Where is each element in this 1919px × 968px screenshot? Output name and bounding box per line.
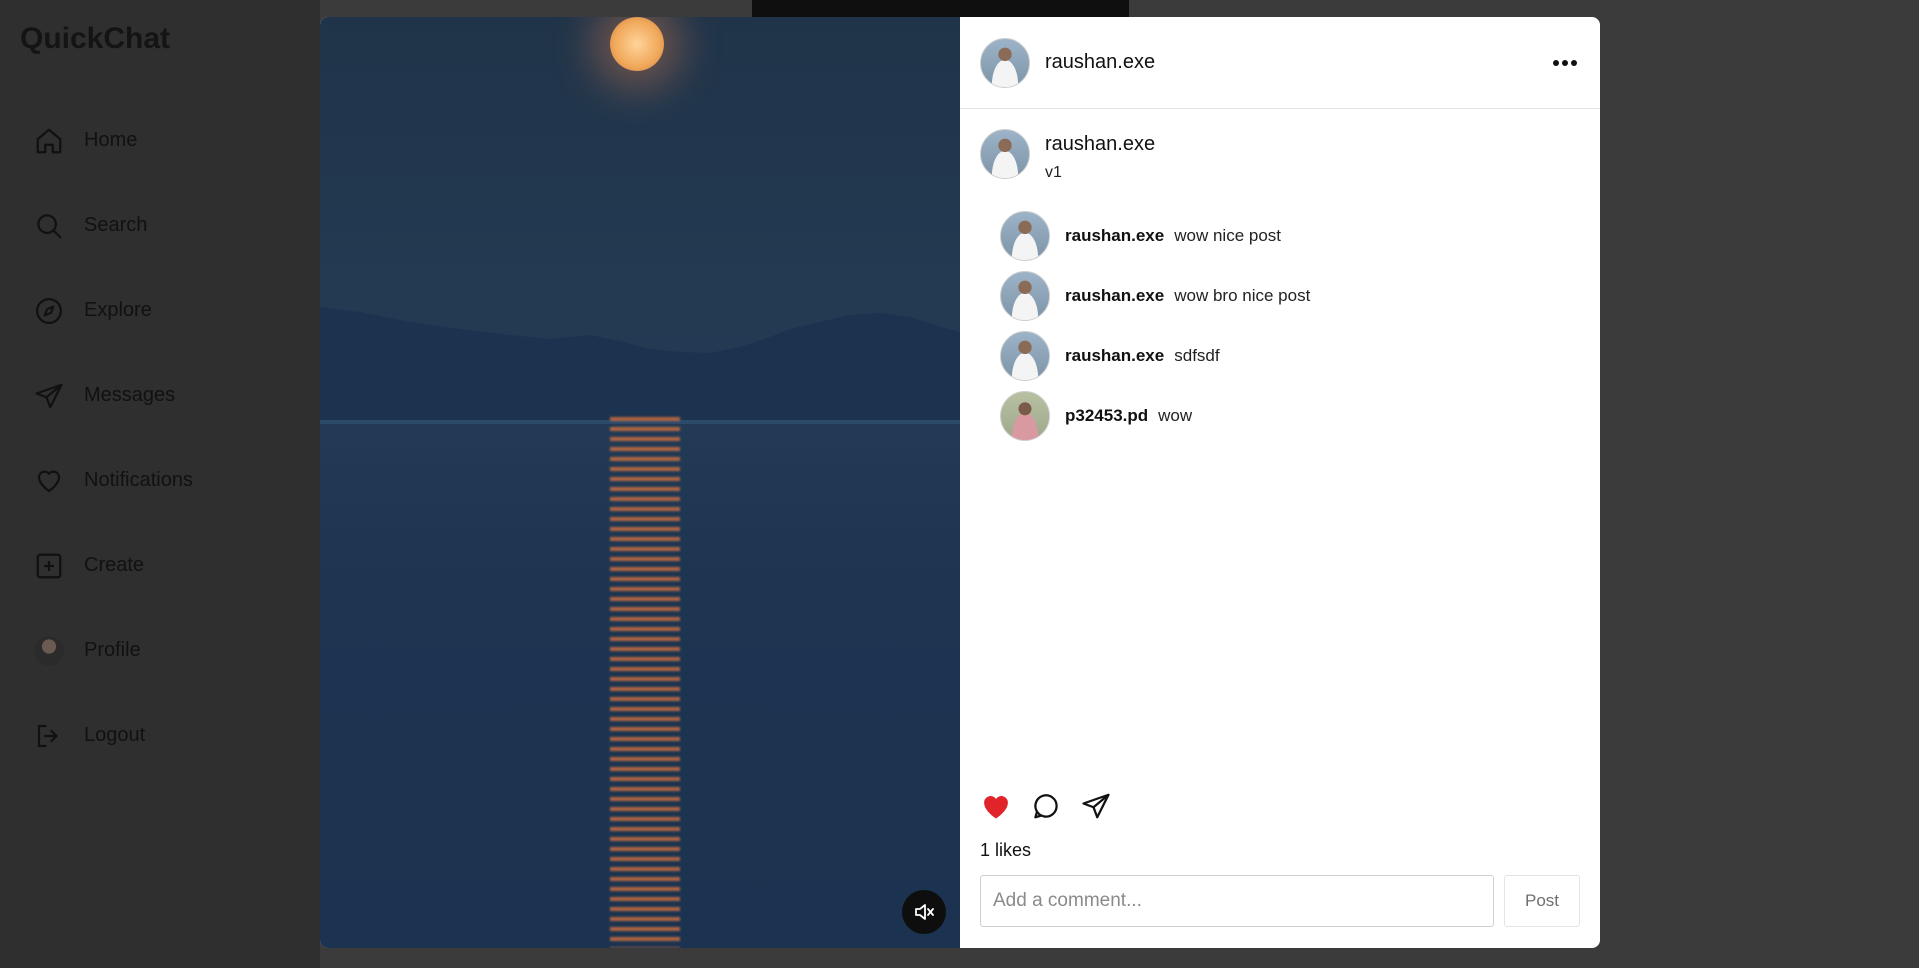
sidebar-item-label: Logout <box>84 724 146 746</box>
share-button[interactable] <box>1080 790 1112 822</box>
sidebar-item-home[interactable]: Home <box>34 98 193 183</box>
sidebar-item-label: Search <box>84 214 148 236</box>
comment-item: raushan.exe sdfsdf <box>1000 326 1600 386</box>
sidebar-nav: Home Search Explore Messages Notificatio… <box>34 98 193 778</box>
commenter-avatar[interactable] <box>1000 211 1050 261</box>
home-icon <box>36 128 62 153</box>
sidebar-item-label: Profile <box>84 639 141 661</box>
sidebar-item-search[interactable]: Search <box>34 183 193 268</box>
volume-muted-icon <box>915 904 934 920</box>
sidebar-item-logout[interactable]: Logout <box>34 693 193 778</box>
comment-username[interactable]: raushan.exe <box>1065 346 1164 366</box>
comment-item: raushan.exe wow bro nice post <box>1000 266 1600 326</box>
post-modal: raushan.exe raushan.exe v1 raushan.exe w… <box>320 17 1600 948</box>
heart-filled-icon <box>984 796 1008 819</box>
likes-count: 1 likes <box>980 840 1032 860</box>
send-icon <box>35 383 63 408</box>
sidebar-item-label: Notifications <box>84 469 193 491</box>
comment-button[interactable] <box>1030 790 1062 822</box>
sidebar-item-label: Explore <box>84 299 152 321</box>
author-username[interactable]: raushan.exe <box>1045 51 1155 74</box>
comment-icon <box>1034 794 1058 819</box>
heart-icon <box>37 470 61 492</box>
post-caption: raushan.exe v1 <box>960 109 1600 182</box>
comment-text: sdfsdf <box>1174 346 1220 365</box>
caption-body: v1 <box>1045 164 1062 181</box>
comment-list: raushan.exe wow nice post raushan.exe wo… <box>960 182 1600 446</box>
comment-text: wow nice post <box>1174 226 1282 245</box>
comment-username[interactable]: raushan.exe <box>1065 226 1164 246</box>
sidebar-item-profile[interactable]: Profile <box>34 608 193 693</box>
sidebar: QuickChat Home Search Explore Messages N… <box>0 0 320 968</box>
comment-username[interactable]: p32453.pd <box>1065 406 1148 426</box>
logout-icon <box>37 724 58 747</box>
post-header: raushan.exe <box>960 17 1600 109</box>
author-avatar[interactable] <box>980 37 1030 88</box>
mute-button[interactable] <box>902 890 946 934</box>
comment-text: wow <box>1158 406 1193 425</box>
caption-text: raushan.exe v1 <box>1045 129 1155 182</box>
plus-square-icon <box>36 553 62 578</box>
commenter-avatar[interactable] <box>1000 331 1050 381</box>
compass-icon <box>36 297 62 324</box>
commenter-avatar[interactable] <box>1000 271 1050 321</box>
comment-item: raushan.exe wow nice post <box>1000 206 1600 266</box>
caption-avatar[interactable] <box>980 129 1030 179</box>
post-video[interactable] <box>320 17 960 948</box>
moon-reflection <box>610 417 680 948</box>
sidebar-item-messages[interactable]: Messages <box>34 353 193 438</box>
sidebar-item-label: Create <box>84 554 145 576</box>
more-horizontal-icon <box>1553 59 1577 66</box>
like-button[interactable] <box>980 790 1012 822</box>
sidebar-item-label: Home <box>84 129 138 151</box>
sidebar-item-create[interactable]: Create <box>34 523 193 608</box>
send-icon <box>1082 793 1110 819</box>
comment-item: p32453.pd wow <box>1000 386 1600 446</box>
background-feed-post <box>752 0 1129 17</box>
comment-username[interactable]: raushan.exe <box>1065 286 1164 306</box>
caption-username[interactable]: raushan.exe <box>1045 133 1155 156</box>
post-comment-button[interactable]: Post <box>1504 875 1580 927</box>
sidebar-item-notifications[interactable]: Notifications <box>34 438 193 523</box>
brand-logo[interactable]: QuickChat <box>20 22 170 56</box>
avatar <box>34 635 64 666</box>
comment-input[interactable] <box>980 875 1494 927</box>
more-options-button[interactable] <box>1550 48 1580 78</box>
post-actions <box>980 790 1130 822</box>
comment-text: wow bro nice post <box>1174 286 1311 305</box>
search-icon <box>37 213 62 238</box>
post-details-panel: raushan.exe raushan.exe v1 raushan.exe w… <box>960 17 1600 948</box>
sidebar-item-label: Messages <box>84 384 176 406</box>
sidebar-item-explore[interactable]: Explore <box>34 268 193 353</box>
commenter-avatar[interactable] <box>1000 391 1050 441</box>
